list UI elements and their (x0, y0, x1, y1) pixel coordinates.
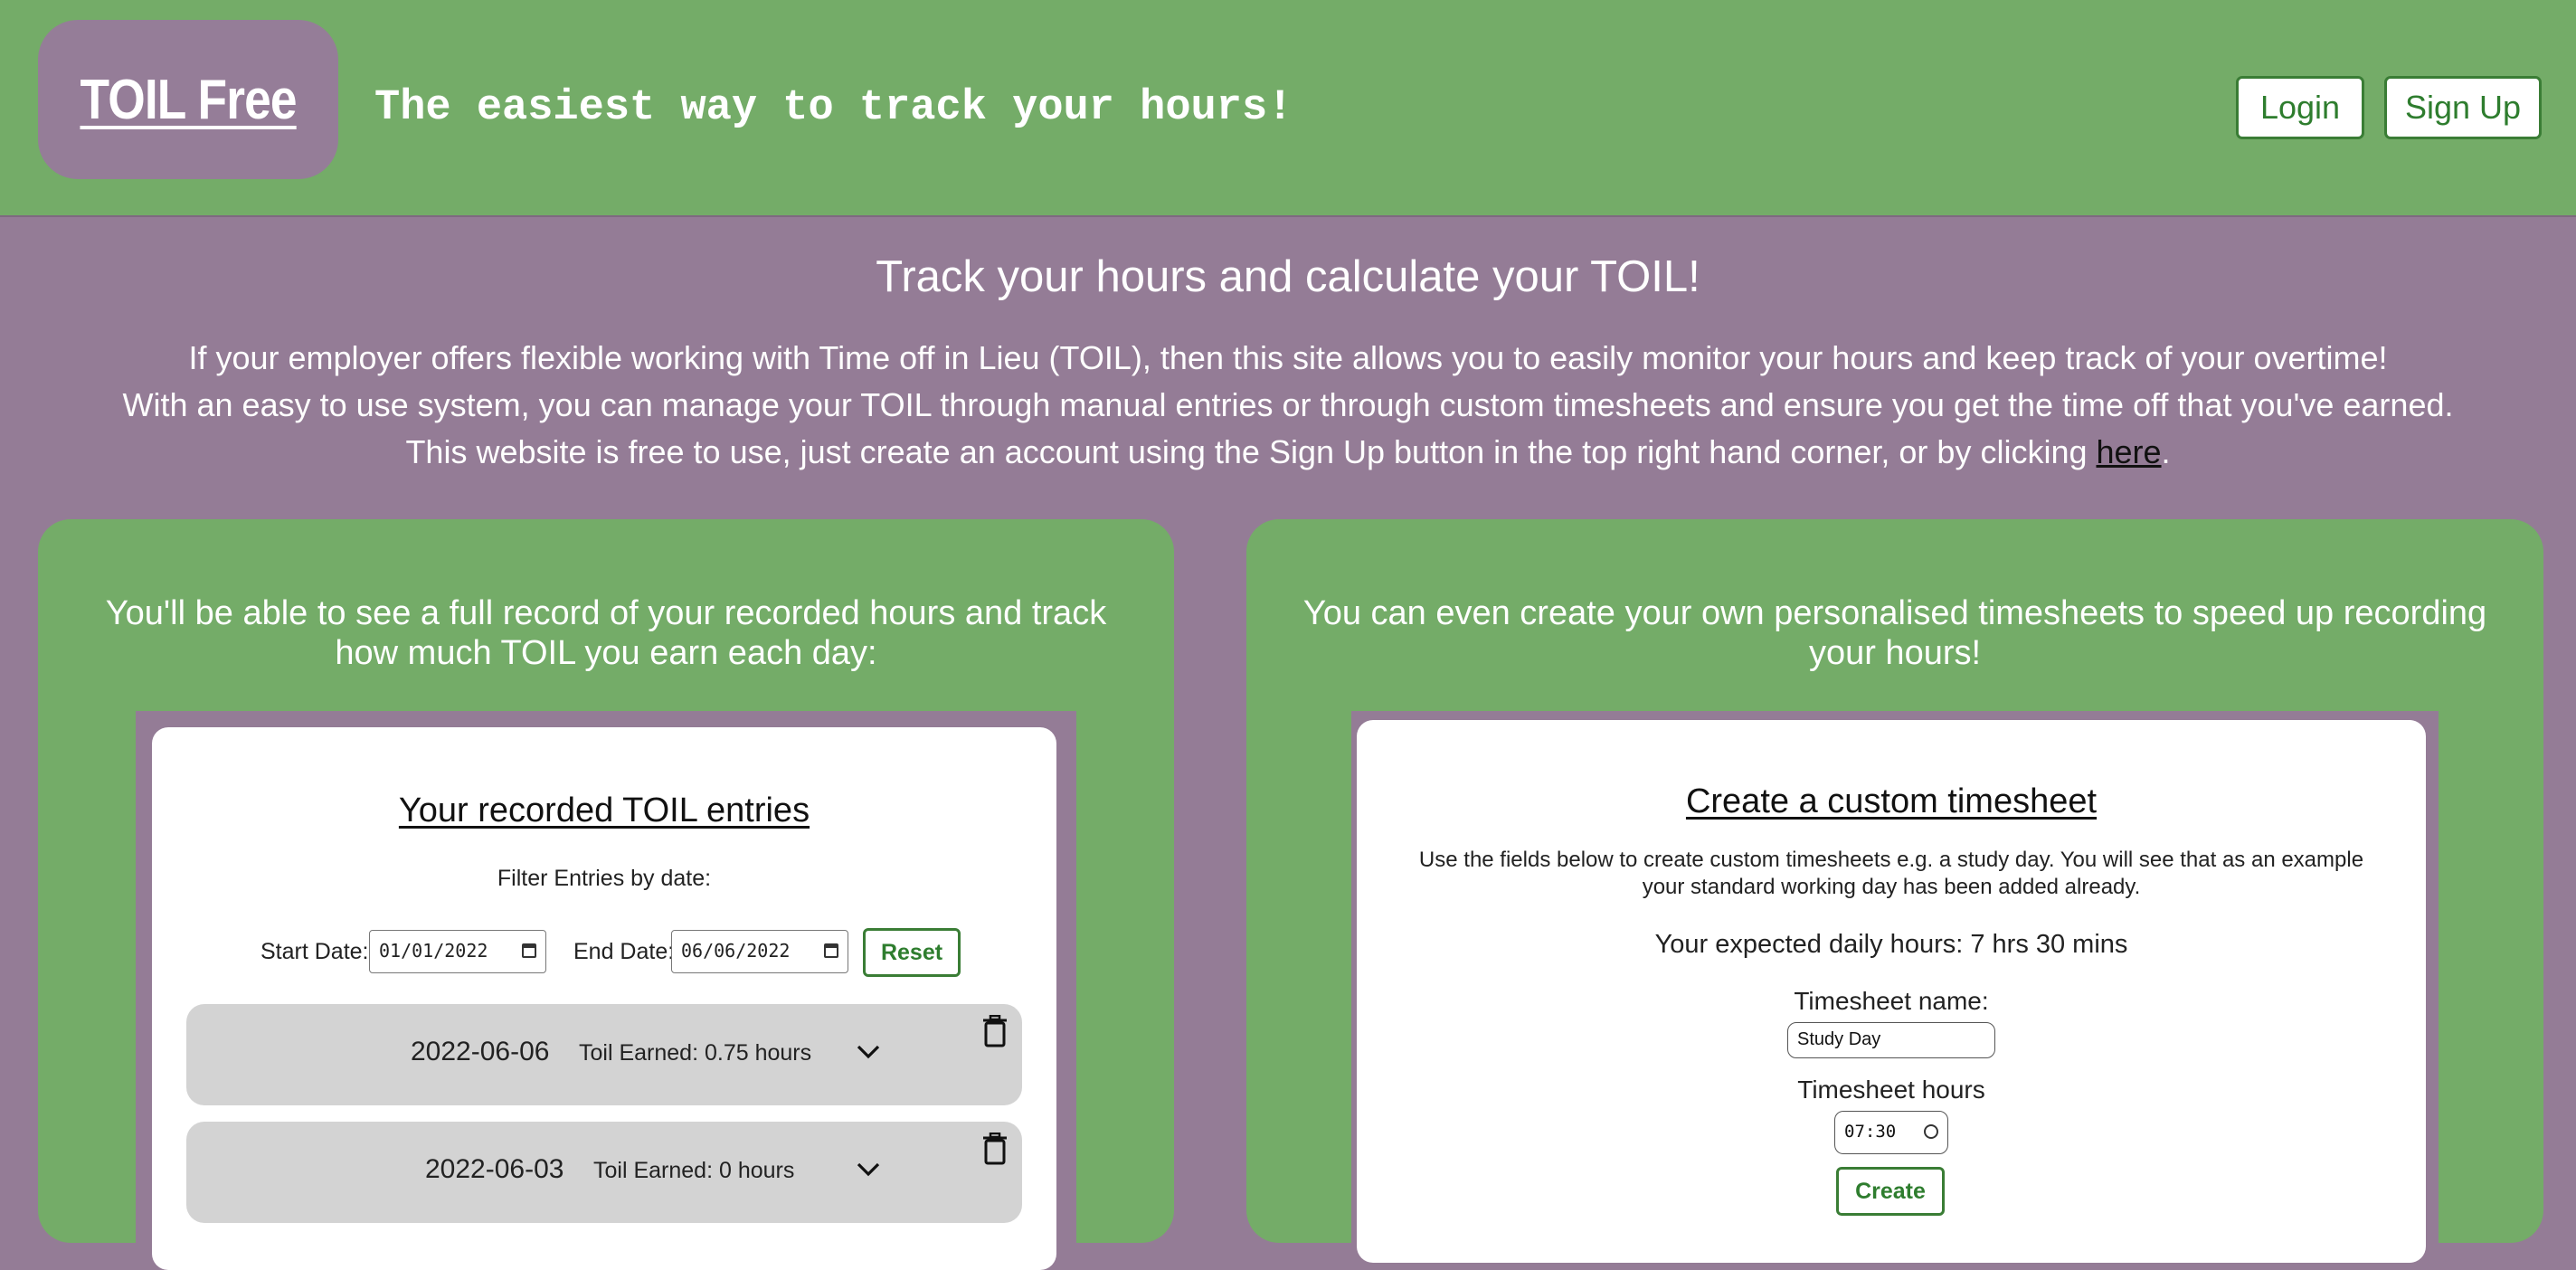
signup-button[interactable]: Sign Up (2384, 76, 2542, 139)
timesheet-preview-frame: Create a custom timesheet Use the fields… (1351, 711, 2439, 1263)
custom-timesheet-card: Create a custom timesheet Use the fields… (1357, 720, 2426, 1263)
timesheet-feature-text: You can even create your own personalise… (1302, 594, 2487, 672)
chevron-down-icon[interactable] (856, 1038, 881, 1064)
entry-toil-earned: Toil Earned: 0.75 hours (579, 1040, 812, 1066)
end-date-input[interactable]: 06/06/2022 (671, 930, 848, 973)
login-button[interactable]: Login (2236, 76, 2364, 139)
intro-line-3-end: . (2161, 433, 2171, 470)
chevron-down-icon[interactable] (856, 1156, 881, 1181)
timesheet-name-label: Timesheet name: (1794, 987, 1989, 1015)
logo-box[interactable]: TOIL Free (38, 20, 338, 179)
records-feature-text: You'll be able to see a full record of y… (105, 594, 1107, 672)
intro-line-2: With an easy to use system, you can mana… (122, 386, 2454, 423)
entry-toil-earned: Toil Earned: 0 hours (593, 1158, 795, 1183)
intro-line-3-text: This website is free to use, just create… (405, 433, 2097, 470)
date-filter-row: Start Date: 01/01/2022 End Date: 06/06/2… (152, 928, 1056, 977)
intro-title: Track your hours and calculate your TOIL… (876, 252, 1700, 301)
tagline: The easiest way to track your hours! (374, 84, 1293, 132)
timesheet-feature-panel: You can even create your own personalise… (1246, 519, 2543, 1263)
records-feature-panel: You'll be able to see a full record of y… (38, 519, 1174, 1270)
start-date-value: 01/01/2022 (379, 940, 488, 962)
calendar-icon[interactable] (824, 943, 838, 958)
records-preview-frame: Your recorded TOIL entries Filter Entrie… (136, 711, 1076, 1270)
entry-date: 2022-06-03 (425, 1154, 564, 1184)
entry-date: 2022-06-06 (411, 1037, 550, 1066)
trash-icon[interactable] (982, 1133, 1008, 1165)
end-date-value: 06/06/2022 (681, 940, 791, 962)
calendar-icon[interactable] (522, 943, 536, 958)
trash-icon[interactable] (982, 1015, 1008, 1047)
signup-here-link[interactable]: here (2096, 433, 2161, 470)
intro-line-3: This website is free to use, just create… (0, 431, 2576, 474)
create-timesheet-button[interactable]: Create (1836, 1167, 1945, 1216)
start-date-label: Start Date: (260, 939, 369, 964)
timesheet-name-input[interactable]: Study Day (1787, 1022, 1995, 1058)
filter-label: Filter Entries by date: (497, 866, 712, 891)
timesheet-description: Use the fields below to create custom ti… (1418, 848, 2364, 899)
reset-button[interactable]: Reset (863, 928, 961, 977)
toil-entries-card: Your recorded TOIL entries Filter Entrie… (152, 727, 1056, 1270)
timesheet-hours-input[interactable]: 07:30 (1834, 1111, 1948, 1154)
logo-text[interactable]: TOIL Free (80, 68, 297, 132)
timesheet-hours-value: 07:30 (1844, 1122, 1897, 1142)
clock-icon[interactable] (1924, 1124, 1938, 1139)
start-date-input[interactable]: 01/01/2022 (369, 930, 546, 973)
toil-entries-title: Your recorded TOIL entries (398, 791, 810, 829)
toil-entry-row[interactable]: 2022-06-06 Toil Earned: 0.75 hours (186, 1004, 1022, 1105)
expected-daily-hours: Your expected daily hours: 7 hrs 30 mins (1654, 930, 2128, 959)
end-date-label: End Date: (573, 939, 675, 964)
intro-line-1: If your employer offers flexible working… (188, 339, 2388, 376)
timesheet-hours-label: Timesheet hours (1797, 1076, 1985, 1104)
custom-timesheet-title: Create a custom timesheet (1685, 782, 2098, 820)
site-header: TOIL Free The easiest way to track your … (0, 0, 2576, 217)
toil-entry-row[interactable]: 2022-06-03 Toil Earned: 0 hours (186, 1122, 1022, 1223)
